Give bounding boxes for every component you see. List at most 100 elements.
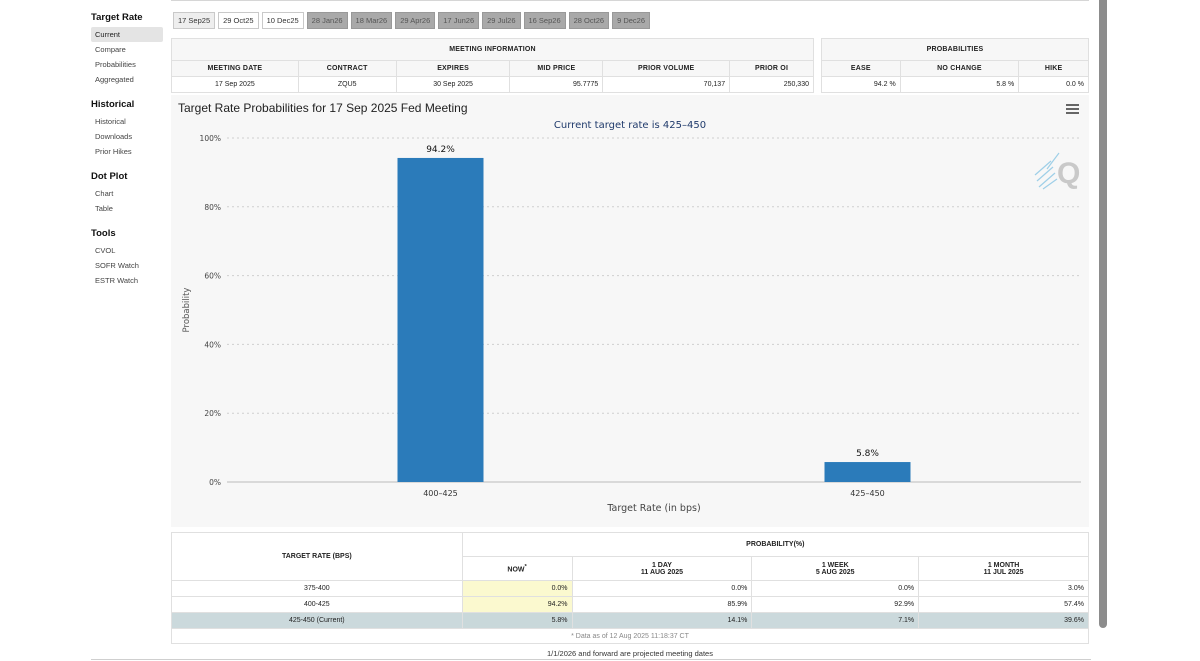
- sidebar-item-probabilities[interactable]: Probabilities: [91, 57, 163, 72]
- tab-29-jul26[interactable]: 29 Jul26: [482, 12, 521, 29]
- sidebar-item-table[interactable]: Table: [91, 201, 163, 216]
- table-row: 375-400 0.0% 0.0% 0.0% 3.0%: [171, 580, 1089, 597]
- top-divider: [171, 0, 1089, 1]
- probability-group-header: PROBABILITY(%): [461, 532, 1090, 557]
- meeting-value-contract: ZQU5: [297, 76, 397, 93]
- y-tick-label: 60%: [204, 272, 221, 281]
- probabilities-summary-table: PROBABILITIES EASE NO CHANGE HIKE 94.2 % 5.…: [821, 38, 1089, 93]
- quikstrike-logo-icon: Q: [1034, 152, 1080, 190]
- meeting-value-prior-volume: 70,137: [602, 76, 731, 93]
- probability-cell: 0.0%: [751, 580, 920, 597]
- meeting-col-prior-oi: PRIOR OI: [729, 60, 814, 77]
- tab-18-mar26[interactable]: 18 Mar26: [350, 12, 393, 29]
- probability-cell: 14.1%: [571, 612, 753, 629]
- x-tick-label: 400–425: [423, 489, 458, 498]
- probability-col-ease: EASE: [821, 60, 901, 77]
- period-header-1-month: 1 MONTH 11 JUL 2025: [918, 556, 1089, 581]
- data-timestamp-note: * Data as of 12 Aug 2025 11:18:37 CT: [171, 628, 1089, 644]
- sidebar-item-aggregated[interactable]: Aggregated: [91, 72, 163, 87]
- bar-425-450[interactable]: [824, 462, 911, 482]
- chart-subtitle: Current target rate is 425–450: [554, 120, 706, 131]
- probability-col-no-change: NO CHANGE: [899, 60, 1020, 77]
- y-tick-label: 80%: [204, 203, 221, 212]
- period-date: 11 JUL 2025: [983, 568, 1024, 576]
- tab-17-sep25[interactable]: 17 Sep25: [173, 12, 216, 29]
- sidebar-item-compare[interactable]: Compare: [91, 42, 163, 57]
- tab-10-dec25[interactable]: 10 Dec25: [261, 12, 304, 29]
- probability-value-hike: 0.0 %: [1018, 76, 1089, 93]
- x-tick-label: 425–450: [850, 489, 885, 498]
- probability-col-hike: HIKE: [1018, 60, 1089, 77]
- target-rate-column-header: TARGET RATE (BPS): [171, 532, 463, 581]
- sidebar-heading-historical: Historical: [91, 99, 135, 110]
- sidebar-item-prior-hikes[interactable]: Prior Hikes: [91, 144, 163, 159]
- chart-panel: Target Rate Probabilities for 17 Sep 202…: [171, 95, 1089, 527]
- meeting-col-contract: CONTRACT: [297, 60, 397, 77]
- table-row: 425-450 (Current) 5.8% 14.1% 7.1% 39.6%: [171, 612, 1089, 629]
- sidebar-item-chart[interactable]: Chart: [91, 186, 163, 201]
- meeting-information-table: MEETING INFORMATION MEETING DATE CONTRACT…: [171, 38, 814, 93]
- page-scrollbar[interactable]: [1099, 0, 1107, 628]
- probability-cell: 5.8%: [461, 612, 573, 629]
- x-axis-label: Target Rate (in bps): [606, 503, 700, 514]
- period-header-1-day: 1 DAY 11 AUG 2025: [571, 556, 753, 581]
- tab-29-oct25[interactable]: 29 Oct25: [218, 12, 259, 29]
- probability-cell: 94.2%: [461, 596, 573, 613]
- sidebar-item-sofr-watch[interactable]: SOFR Watch: [91, 258, 163, 273]
- sidebar-item-estr-watch[interactable]: ESTR Watch: [91, 273, 163, 288]
- probability-cell: 0.0%: [571, 580, 753, 597]
- probability-cell: 57.4%: [918, 596, 1089, 613]
- sidebar-item-downloads[interactable]: Downloads: [91, 129, 163, 144]
- probability-cell: 7.1%: [751, 612, 920, 629]
- sidebar-heading-dot-plot: Dot Plot: [91, 171, 128, 182]
- meeting-date-tabs: 17 Sep25 29 Oct25 10 Dec25 28 Jan26 18 Mar26…: [173, 12, 650, 29]
- meeting-value-mid-price: 95.7775: [509, 76, 604, 93]
- y-axis-label: Probability: [182, 288, 192, 333]
- probabilities-heading: PROBABILITIES: [821, 38, 1089, 61]
- probability-value-no-change: 5.8 %: [899, 76, 1020, 93]
- probability-cell: 92.9%: [751, 596, 920, 613]
- y-tick-label: 40%: [204, 340, 221, 349]
- bottom-divider: [91, 659, 1091, 660]
- meeting-col-prior-volume: PRIOR VOLUME: [602, 60, 731, 77]
- watermark-letter: Q: [1057, 157, 1080, 190]
- meeting-value-expires: 30 Sep 2025: [395, 76, 511, 93]
- sidebar-item-current[interactable]: Current: [91, 27, 163, 42]
- meeting-value-prior-oi: 250,330: [729, 76, 814, 93]
- tab-28-jan26[interactable]: 28 Jan26: [306, 12, 348, 29]
- probability-cell: 39.6%: [918, 612, 1089, 629]
- sidebar-item-cvol[interactable]: CVOL: [91, 243, 163, 258]
- meeting-value-meeting-date: 17 Sep 2025: [171, 76, 299, 93]
- now-asterisk: *: [524, 563, 527, 570]
- probability-value-ease: 94.2 %: [821, 76, 901, 93]
- target-rate-cell: 425-450 (Current): [171, 612, 463, 629]
- tab-16-sep26[interactable]: 16 Sep26: [523, 12, 566, 29]
- tab-29-apr26[interactable]: 29 Apr26: [395, 12, 436, 29]
- meeting-col-mid-price: MID PRICE: [509, 60, 604, 77]
- period-header-1-week: 1 WEEK 5 AUG 2025: [751, 556, 920, 581]
- table-row: 400-425 94.2% 85.9% 92.9% 57.4%: [171, 596, 1089, 613]
- data-timestamp-row: * Data as of 12 Aug 2025 11:18:37 CT: [171, 628, 1089, 644]
- target-rate-cell: 400-425: [171, 596, 463, 613]
- y-tick-label: 20%: [204, 409, 221, 418]
- sidebar-heading-target-rate: Target Rate: [91, 12, 143, 23]
- sidebar-heading-tools: Tools: [91, 228, 116, 239]
- tab-9-dec26[interactable]: 9 Dec26: [612, 12, 650, 29]
- period-label: 1 WEEK: [821, 561, 849, 569]
- period-label: 1 MONTH: [987, 561, 1020, 569]
- probability-history-table: TARGET RATE (BPS) PROBABILITY(%) NOW* 1 D…: [171, 532, 1090, 644]
- probability-bar-chart: Current target rate is 425–450 0% 20% 40% 60…: [182, 120, 1081, 514]
- y-tick-label: 100%: [200, 134, 221, 143]
- bar-400-425[interactable]: [397, 157, 484, 482]
- target-rate-cell: 375-400: [171, 580, 463, 597]
- probability-cell: 0.0%: [461, 580, 573, 597]
- sidebar-item-historical[interactable]: Historical: [91, 114, 163, 129]
- now-column-header: NOW*: [461, 556, 573, 581]
- probability-cell: 3.0%: [918, 580, 1089, 597]
- period-date: 11 AUG 2025: [640, 568, 684, 576]
- tab-17-jun26[interactable]: 17 Jun26: [438, 12, 480, 29]
- data-label: 94.2%: [426, 145, 455, 155]
- period-label: 1 DAY: [651, 561, 672, 569]
- tab-28-oct26[interactable]: 28 Oct26: [568, 12, 610, 29]
- meeting-col-meeting-date: MEETING DATE: [171, 60, 299, 77]
